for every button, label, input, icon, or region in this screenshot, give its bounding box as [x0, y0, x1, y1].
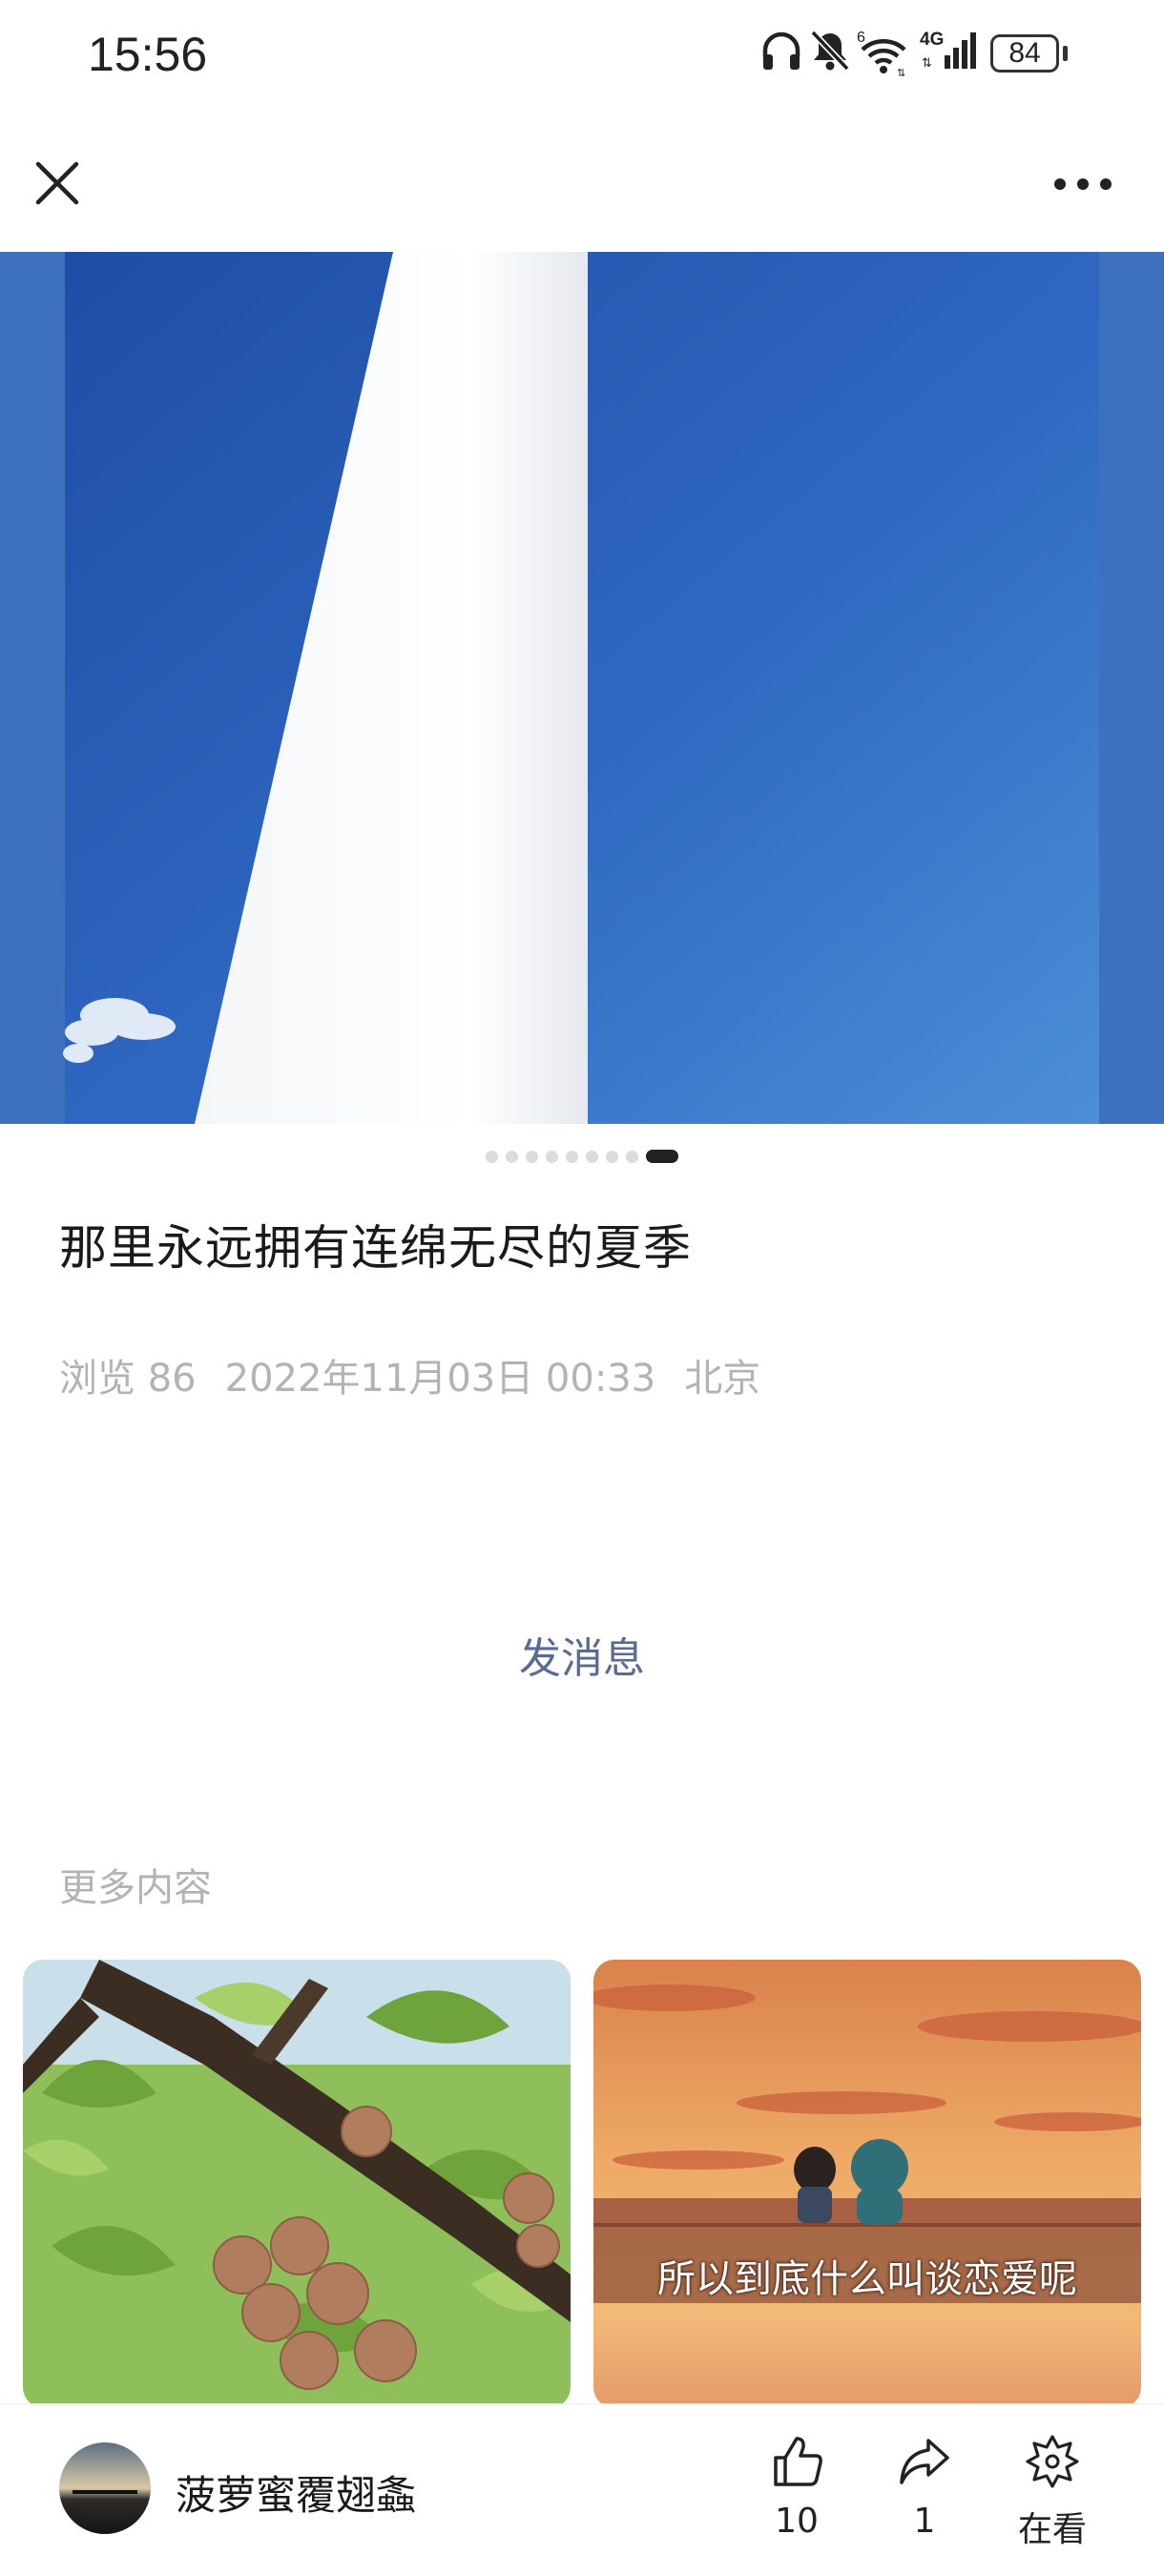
- network-type: 4G: [920, 30, 944, 50]
- ginkgo-photo: [23, 1960, 571, 2408]
- recommended-card[interactable]: 所以到底什么叫谈恋爱呢: [593, 1960, 1141, 2408]
- share-arrow-icon: [900, 2439, 949, 2484]
- page-dot: [526, 1150, 538, 1163]
- svg-text:⇅: ⇅: [897, 68, 905, 76]
- wow-button[interactable]: 在看: [1000, 2433, 1105, 2551]
- status-time: 15:56: [88, 28, 208, 81]
- post-location: 北京: [684, 1357, 761, 1401]
- sky-column-photo: [0, 252, 1164, 1124]
- page-dot: [566, 1150, 578, 1163]
- gallery-page-indicator: [0, 1147, 1164, 1166]
- card-caption: 所以到底什么叫谈恋爱呢: [657, 2257, 1077, 2301]
- more-options-button[interactable]: [1050, 160, 1116, 208]
- send-message-button[interactable]: 发消息: [0, 1624, 1164, 1685]
- like-count: 10: [775, 2502, 819, 2541]
- bottom-bar: [0, 2404, 1164, 2576]
- close-button[interactable]: [27, 153, 88, 214]
- post-image[interactable]: [0, 252, 1164, 1124]
- post-date: 2022年11月03日 00:33: [224, 1357, 656, 1401]
- more-horizontal-icon: [1054, 178, 1112, 190]
- sunset-cartoon-image: [593, 1960, 1141, 2408]
- page-dot: [546, 1150, 558, 1163]
- wifi-icon: 6 ⇅: [857, 30, 906, 76]
- thumbs-up-icon: [774, 2437, 822, 2486]
- page-dot: [626, 1150, 638, 1163]
- author-avatar[interactable]: [59, 2442, 151, 2534]
- wow-label: 在看: [1017, 2510, 1087, 2549]
- page-dot: [506, 1150, 518, 1163]
- share-button[interactable]: 1: [872, 2433, 977, 2541]
- avatar-image: [59, 2442, 151, 2534]
- battery-icon: 84: [990, 34, 1059, 73]
- wifi-badge: 6: [857, 30, 865, 46]
- page-dot: [486, 1150, 498, 1163]
- wow-star-icon: [1026, 2435, 1079, 2488]
- status-bar: 15:56 6 ⇅ 4G ⇅ 84: [0, 0, 1164, 114]
- view-count: 浏览 86: [59, 1357, 197, 1401]
- battery-tip: [1063, 46, 1068, 61]
- cellular-signal-icon: 4G ⇅: [920, 30, 976, 70]
- close-icon: [35, 161, 79, 205]
- author-name[interactable]: 菠萝蜜覆翅螽: [176, 2463, 416, 2522]
- headphones-icon: [762, 31, 800, 70]
- post-title: 那里永远拥有连绵无尽的夏季: [59, 1220, 692, 1276]
- page-dot: [586, 1150, 598, 1163]
- post-meta: 浏览 86 2022年11月03日 00:33 北京: [59, 1347, 789, 1402]
- like-button[interactable]: 10: [744, 2433, 849, 2541]
- more-content-heading: 更多内容: [59, 1866, 212, 1910]
- recommended-card[interactable]: [23, 1960, 571, 2408]
- share-count: 1: [913, 2502, 936, 2541]
- page-dot: [606, 1150, 618, 1163]
- svg-text:⇅: ⇅: [922, 55, 932, 70]
- mute-bell-icon: [810, 30, 850, 72]
- page-dot-active: [646, 1150, 678, 1163]
